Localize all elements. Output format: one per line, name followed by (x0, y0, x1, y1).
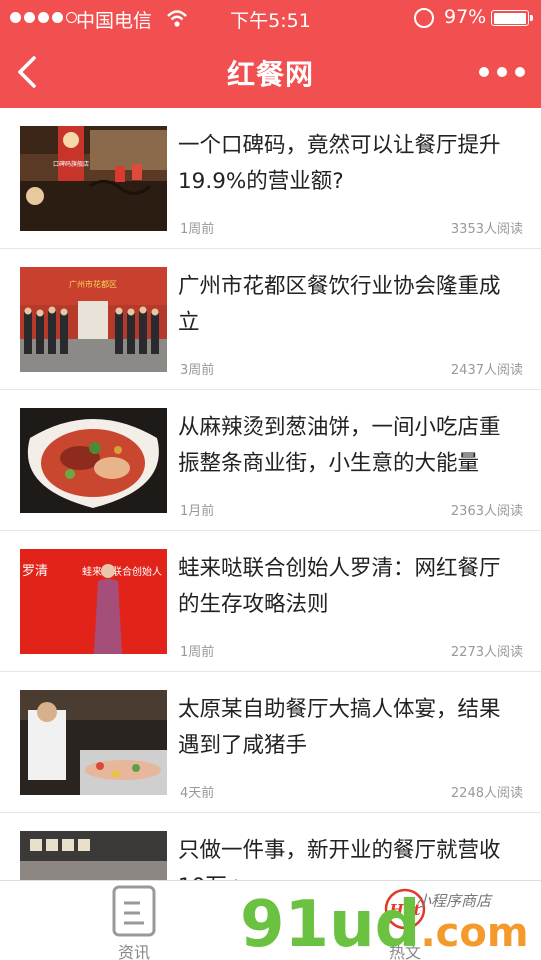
more-options-icon[interactable] (479, 61, 525, 83)
article-item[interactable]: 口碑码旗舰店 一个口碑码，竟然可以让餐厅提升19.9%的营业额? 1周前 335… (0, 108, 541, 249)
article-title: 广州市花都区餐饮行业协会隆重成立 (178, 274, 501, 335)
battery-icon (491, 10, 533, 26)
speaker-on-stage-image: 罗清 蛙来哒联合创始人 (20, 549, 167, 654)
status-bar: 中国电信 下午5:51 97% (0, 0, 541, 36)
article-title: 从麻辣烫到葱油饼，一间小吃店重振整条商业街，小生意的大能量 (178, 415, 501, 476)
article-item[interactable]: 广州市花都区 广州市花都区餐饮行业协会隆重成立 3周前 2437人阅读 (0, 249, 541, 390)
banner-text: 广州市花都区 (69, 279, 117, 289)
article-item[interactable]: 从麻辣烫到葱油饼，一间小吃店重振整条商业街，小生意的大能量 1月前 2363人阅… (0, 390, 541, 531)
ceremony-group-image: 广州市花都区 (20, 267, 167, 372)
article-title: 一个口碑码，竟然可以让餐厅提升19.9%的营业额? (178, 133, 501, 194)
article-time: 1周前 (180, 645, 215, 660)
read-count: 2437人阅读 (450, 363, 523, 378)
read-count: 2248人阅读 (450, 786, 523, 801)
tab-hot-label: 热文 (388, 943, 421, 960)
hot-icon: Hot (384, 888, 426, 930)
restaurant-interior-image: 口碑码旗舰店 (20, 126, 167, 231)
tab-news-label: 资讯 (117, 943, 150, 960)
read-count: 2273人阅读 (450, 645, 523, 660)
hot-badge-text: Hot (388, 901, 420, 919)
spicy-noodle-bowl-image (20, 408, 167, 513)
article-title: 太原某自助餐厅大搞人体宴，结果遇到了咸猪手 (178, 697, 501, 758)
shop-sign-text: 口碑码旗舰店 (53, 160, 89, 168)
read-count: 2363人阅读 (450, 504, 523, 519)
read-count: 3353人阅读 (450, 222, 523, 237)
article-time: 4天前 (180, 786, 215, 801)
article-title: 蛙来哒联合创始人罗清：网红餐厅的生存攻略法则 (178, 556, 501, 617)
stage-caption-text: 蛙来哒联合创始人 (82, 565, 162, 578)
buffet-scene-image (20, 690, 167, 795)
tab-bar: 资讯 Hot 热文 (0, 880, 541, 960)
tab-news[interactable]: 资讯 (74, 881, 194, 960)
article-time: 1月前 (180, 504, 215, 519)
stage-name-text: 罗清 (22, 564, 48, 579)
article-title: 只做一件事，新开业的餐厅就营收10万+ (178, 838, 501, 880)
tab-hot[interactable]: Hot 热文 (345, 881, 465, 960)
article-list[interactable]: 口碑码旗舰店 一个口碑码，竟然可以让餐厅提升19.9%的营业额? 1周前 335… (0, 108, 541, 880)
page-title: 红餐网 (226, 58, 314, 91)
article-time: 3周前 (180, 363, 215, 378)
shop-counter-image (20, 831, 167, 880)
article-item[interactable]: 只做一件事，新开业的餐厅就营收10万+ (0, 813, 541, 880)
battery-percentage: 97% (444, 6, 487, 28)
document-icon (112, 885, 156, 937)
navigation-bar: 红餐网 (0, 36, 541, 108)
article-item[interactable]: 太原某自助餐厅大搞人体宴，结果遇到了咸猪手 4天前 2248人阅读 (0, 672, 541, 813)
rotation-lock-icon (414, 8, 434, 28)
article-time: 1周前 (180, 222, 215, 237)
article-item[interactable]: 罗清 蛙来哒联合创始人 蛙来哒联合创始人罗清：网红餐厅的生存攻略法则 1周前 2… (0, 531, 541, 672)
